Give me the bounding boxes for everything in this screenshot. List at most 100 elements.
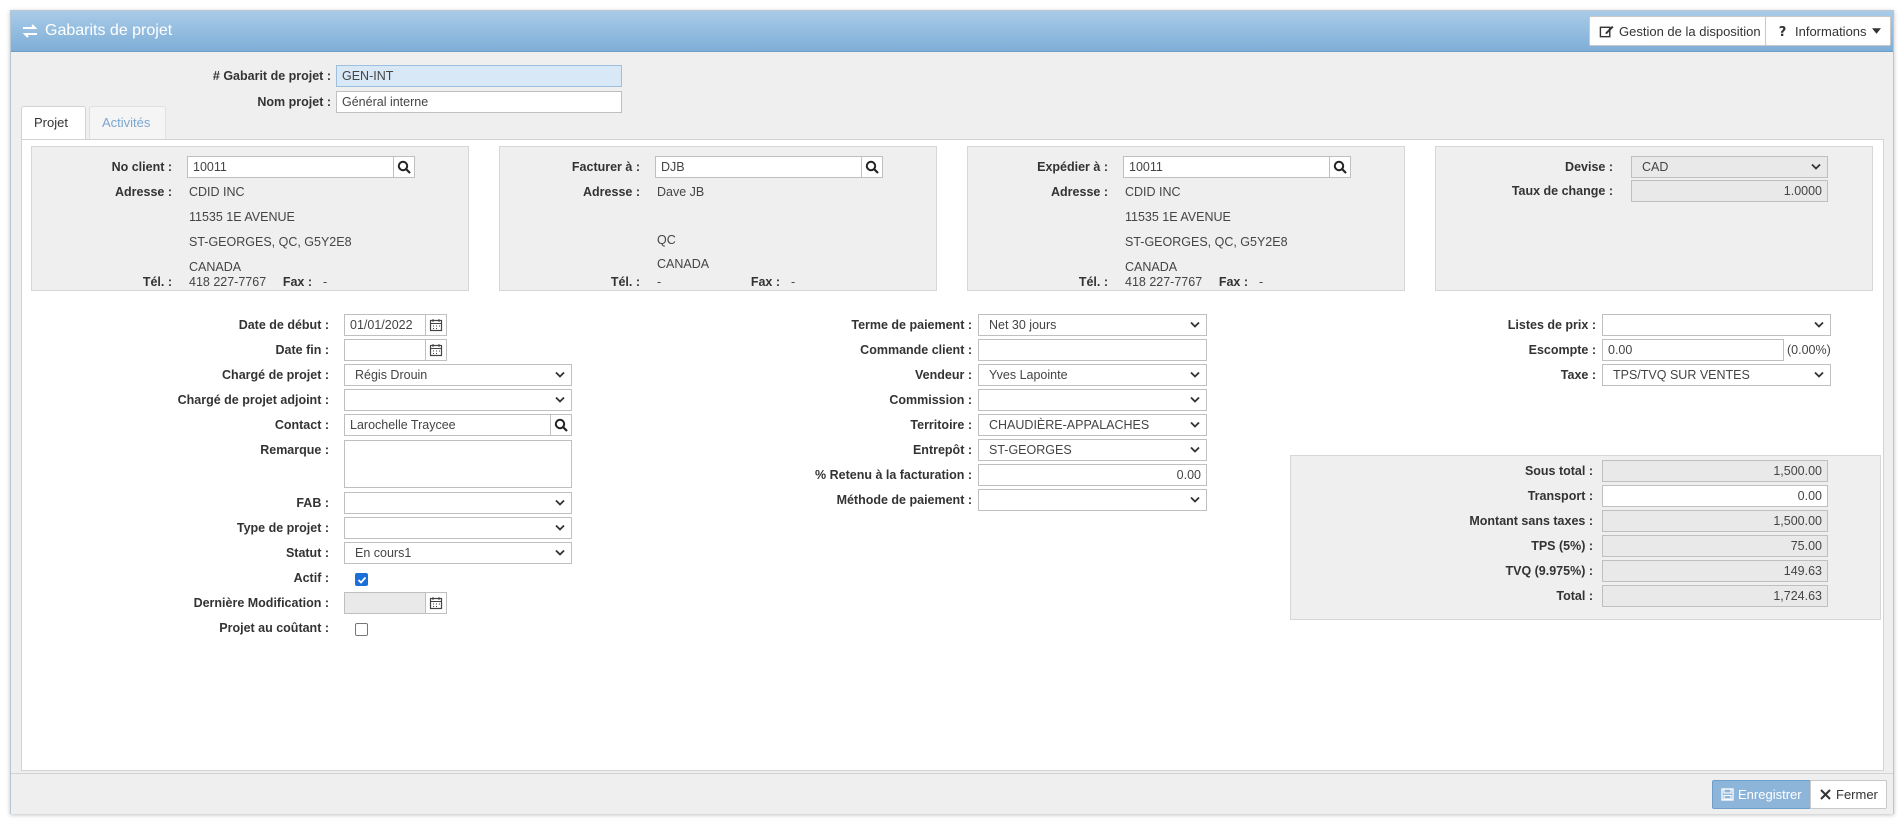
- project-name-input[interactable]: Général interne: [336, 91, 622, 113]
- tax-select[interactable]: TPS/TVQ SUR VENTES: [1602, 364, 1831, 386]
- transport-label: Transport :: [1527, 489, 1593, 503]
- save-button[interactable]: Enregistrer: [1712, 780, 1811, 809]
- status-label: Statut :: [285, 546, 329, 560]
- warehouse-label: Entrepôt :: [912, 443, 972, 457]
- calendar-icon: [429, 344, 443, 357]
- tab-activites[interactable]: Activités: [89, 106, 166, 140]
- commission-label: Commission :: [889, 393, 972, 407]
- assistant-manager-label: Chargé de projet adjoint :: [177, 393, 329, 407]
- search-icon: [1333, 160, 1347, 174]
- territory-value: CHAUDIÈRE-APPALACHES: [989, 418, 1150, 432]
- close-label: Fermer: [1836, 787, 1878, 802]
- discount-input[interactable]: 0.00: [1602, 339, 1784, 361]
- currency-select[interactable]: CAD: [1631, 156, 1828, 178]
- payment-terms-select[interactable]: Net 30 jours: [978, 314, 1207, 336]
- totals-panel: Sous total : 1,500.00 Transport : 0.00 M…: [1290, 455, 1881, 620]
- price-list-select[interactable]: [1602, 314, 1831, 336]
- project-type-select[interactable]: [344, 517, 572, 539]
- subtotal-label: Sous total :: [1524, 464, 1593, 478]
- last-modified-input[interactable]: [344, 592, 426, 614]
- ship-to-label: Expédier à :: [1037, 160, 1108, 174]
- commission-select[interactable]: [978, 389, 1207, 411]
- exchange-rate-input[interactable]: 1.0000: [1631, 180, 1828, 202]
- transport-input[interactable]: 0.00: [1602, 485, 1828, 507]
- close-button[interactable]: Fermer: [1810, 780, 1887, 809]
- subtotal-input[interactable]: 1,500.00: [1602, 460, 1828, 482]
- currency-card: Devise : CAD Taux de change : 1.0000: [1435, 146, 1873, 291]
- project-manager-select[interactable]: Régis Drouin: [344, 364, 572, 386]
- template-number-input[interactable]: GEN-INT: [336, 65, 622, 87]
- exchange-rate-label: Taux de change :: [1511, 184, 1613, 198]
- chevron-down-icon: [555, 549, 565, 556]
- title-bar: Gabarits de projet Gestion de la disposi…: [11, 11, 1893, 52]
- search-icon: [397, 160, 411, 174]
- contact-label: Contact :: [274, 418, 329, 432]
- tps-input[interactable]: 75.00: [1602, 535, 1828, 557]
- project-manager-label: Chargé de projet :: [222, 368, 329, 382]
- amount-no-tax-input[interactable]: 1,500.00: [1602, 510, 1828, 532]
- ship-address-line-1: CDID INC: [1125, 185, 1181, 199]
- discount-percent: (0.00%): [1787, 343, 1831, 357]
- start-date-calendar-button[interactable]: [425, 314, 447, 336]
- end-date-calendar-button[interactable]: [425, 339, 447, 361]
- calendar-icon: [429, 319, 443, 332]
- tab-projet[interactable]: Projet: [21, 106, 86, 140]
- retain-billing-input[interactable]: 0.00: [978, 464, 1207, 486]
- contact-input[interactable]: Larochelle Traycee: [344, 414, 551, 436]
- bill-address-line-1: Dave JB: [657, 185, 705, 199]
- customer-order-input[interactable]: [978, 339, 1207, 361]
- tvq-input[interactable]: 149.63: [1602, 560, 1828, 582]
- status-value: En cours1: [355, 546, 412, 560]
- project-type-label: Type de projet :: [236, 521, 329, 535]
- territory-select[interactable]: CHAUDIÈRE-APPALACHES: [978, 414, 1207, 436]
- ship-to-card: Expédier à : 10011 Adresse : CDID INC 11…: [967, 146, 1405, 291]
- bill-tel-label: Tél. :: [610, 275, 640, 289]
- start-date-input[interactable]: 01/01/2022: [344, 314, 426, 336]
- tps-label: TPS (5%) :: [1531, 539, 1593, 553]
- chevron-down-icon: [1190, 321, 1200, 328]
- seller-select[interactable]: Yves Lapointe: [978, 364, 1207, 386]
- project-manager-value: Régis Drouin: [355, 368, 428, 382]
- fab-label: FAB :: [296, 496, 329, 510]
- payment-method-select[interactable]: [978, 489, 1207, 511]
- client-tel-label: Tél. :: [142, 275, 172, 289]
- fab-select[interactable]: [344, 492, 572, 514]
- status-select[interactable]: En cours1: [344, 542, 572, 564]
- client-search-button[interactable]: [393, 156, 415, 178]
- ship-to-input[interactable]: 10011: [1123, 156, 1330, 178]
- cost-project-checkbox[interactable]: [355, 623, 368, 636]
- remark-textarea[interactable]: [344, 440, 572, 488]
- contact-search-button[interactable]: [550, 414, 572, 436]
- assistant-manager-select[interactable]: [344, 389, 572, 411]
- active-checkbox[interactable]: [355, 573, 368, 586]
- window-title-text: Gabarits de projet: [45, 22, 173, 39]
- template-number-label: # Gabarit de projet :: [212, 69, 331, 83]
- layout-management-button[interactable]: Gestion de la disposition: [1589, 16, 1771, 46]
- amount-no-tax-label: Montant sans taxes :: [1469, 514, 1593, 528]
- client-address-line-1: CDID INC: [189, 185, 245, 199]
- close-icon: [1820, 789, 1831, 800]
- remark-label: Remarque :: [260, 443, 329, 457]
- bill-to-search-button[interactable]: [861, 156, 883, 178]
- warehouse-select[interactable]: ST-GEORGES: [978, 439, 1207, 461]
- seller-value: Yves Lapointe: [989, 368, 1068, 382]
- bill-to-input[interactable]: DJB: [655, 156, 862, 178]
- save-label: Enregistrer: [1738, 787, 1802, 802]
- caret-down-icon: [1871, 28, 1881, 34]
- bill-address-label: Adresse :: [583, 185, 640, 199]
- chevron-down-icon: [555, 396, 565, 403]
- chevron-down-icon: [1811, 163, 1821, 170]
- bill-address-line-4: CANADA: [657, 257, 710, 271]
- window-title: Gabarits de projet: [21, 22, 172, 40]
- ship-to-search-button[interactable]: [1329, 156, 1351, 178]
- client-number-input[interactable]: 10011: [187, 156, 394, 178]
- client-fax-label: Fax :: [282, 275, 312, 289]
- total-input[interactable]: 1,724.63: [1602, 585, 1828, 607]
- chevron-down-icon: [1814, 321, 1824, 328]
- chevron-down-icon: [555, 499, 565, 506]
- project-template-window: Gabarits de projet Gestion de la disposi…: [10, 10, 1894, 814]
- informations-button[interactable]: ? Informations: [1765, 16, 1891, 46]
- active-label: Actif :: [293, 571, 329, 585]
- end-date-input[interactable]: [344, 339, 426, 361]
- last-modified-calendar-button[interactable]: [425, 592, 447, 614]
